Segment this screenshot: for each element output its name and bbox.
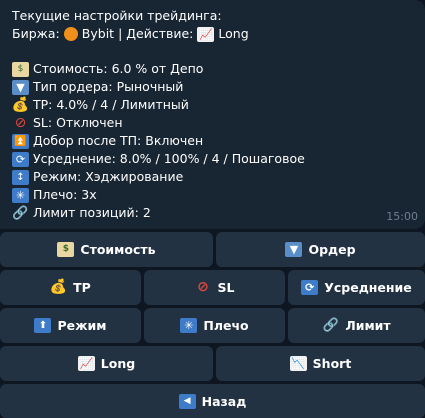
averaging-button-label: Усреднение xyxy=(324,280,412,295)
setting-text: Плечо: 3x xyxy=(33,187,97,202)
setting-line-averaging: ⟳ Усреднение: 8.0% / 100% / 4 / Пошагово… xyxy=(12,150,415,168)
back-arrow-icon: ◀ xyxy=(178,393,196,409)
up-arrow-icon: ⏫ xyxy=(12,133,29,149)
mode-button[interactable]: ⬆ Режим xyxy=(0,308,141,343)
inbox-tray-icon: ▼ xyxy=(285,242,303,257)
setting-text: TP: 4.0% / 4 / Лимитный xyxy=(33,97,189,112)
tp-button[interactable]: 💰 TP xyxy=(0,270,141,305)
chart-decreasing-icon: 📉 xyxy=(289,356,307,371)
repeat-icon: ⟳ xyxy=(12,151,29,167)
setting-text: SL: Отключен xyxy=(33,115,123,130)
setting-line-order-type: ▼ Тип ордера: Рыночный xyxy=(12,78,415,96)
up-arrow-icon: ⬆ xyxy=(34,318,52,333)
exchange-label: Биржа: xyxy=(12,26,60,41)
setting-text: Тип ордера: Рыночный xyxy=(33,79,184,94)
limit-button[interactable]: 🔗 Лимит xyxy=(288,308,425,343)
short-button[interactable]: 📉 Short xyxy=(216,346,425,381)
message-text: Текущие настройки трейдинга: Биржа: Bybi… xyxy=(12,7,415,222)
link-icon: 🔗 xyxy=(322,318,339,333)
money-icon: $ xyxy=(12,61,29,77)
sl-button[interactable]: ⊘ SL xyxy=(144,270,285,305)
setting-text: Усреднение: 8.0% / 100% / 4 / Пошаговое xyxy=(33,151,305,166)
setting-line-limit: 🔗 Лимит позиций: 2 xyxy=(12,204,415,222)
setting-line-cost: $ Стоимость: 6.0 % от Депо xyxy=(12,60,415,78)
money-bag-icon: 💰 xyxy=(49,279,68,295)
inbox-tray-icon: ▼ xyxy=(12,79,29,95)
setting-line-leverage: ✳ Плечо: 3x xyxy=(12,186,415,204)
limit-button-label: Лимит xyxy=(345,318,391,333)
back-button[interactable]: ◀ Назад xyxy=(0,384,425,418)
repeat-icon: ⟳ xyxy=(301,280,319,295)
order-button[interactable]: ▼ Ордер xyxy=(216,232,425,267)
setting-line-mode: ↕ Режим: Хэджирование xyxy=(12,168,415,186)
long-button-label: Long xyxy=(100,356,136,371)
setting-text: Режим: Хэджирование xyxy=(33,169,184,184)
cost-button[interactable]: $ Стоимость xyxy=(0,232,213,267)
money-bag-icon: 💰 xyxy=(11,96,30,113)
long-button[interactable]: 📈 Long xyxy=(0,346,213,381)
order-button-label: Ордер xyxy=(308,242,356,257)
tp-button-label: TP xyxy=(73,280,91,295)
sl-button-label: SL xyxy=(217,280,235,295)
action-label: | Действие: xyxy=(118,26,194,41)
prohibited-icon: ⊘ xyxy=(197,279,209,295)
chart-increasing-icon: 📈 xyxy=(77,356,95,371)
setting-line-refill: ⏫ Добор после ТП: Включен xyxy=(12,132,415,150)
cost-button-label: Стоимость xyxy=(80,242,156,257)
empty-line xyxy=(12,43,415,60)
asterisk-icon: ✳ xyxy=(180,318,198,333)
leverage-button-label: Плечо xyxy=(203,318,249,333)
chart-increasing-icon: 📈 xyxy=(197,26,215,42)
averaging-button[interactable]: ⟳ Усреднение xyxy=(288,270,425,305)
link-icon: 🔗 xyxy=(12,205,29,221)
orange-circle-icon xyxy=(63,27,78,41)
setting-text: Лимит позиций: 2 xyxy=(33,205,151,220)
money-icon: $ xyxy=(57,242,75,257)
short-button-label: Short xyxy=(312,356,352,371)
back-button-label: Назад xyxy=(201,393,247,409)
setting-text: Стоимость: 6.0 % от Депо xyxy=(33,61,204,76)
setting-line-sl: ⊘ SL: Отключен xyxy=(12,114,415,132)
leverage-button[interactable]: ✳ Плечо xyxy=(144,308,285,343)
up-down-arrow-icon: ↕ xyxy=(12,169,29,185)
mode-button-label: Режим xyxy=(57,318,107,333)
message-time: 15:00 xyxy=(386,210,418,223)
action-value: Long xyxy=(218,26,249,41)
setting-text: Добор после ТП: Включен xyxy=(33,133,204,148)
message-header: Текущие настройки трейдинга: xyxy=(12,8,222,23)
message-bubble: Текущие настройки трейдинга: Биржа: Bybi… xyxy=(0,0,425,229)
exchange-name: Bybit xyxy=(81,26,115,41)
asterisk-icon: ✳ xyxy=(12,187,29,203)
exchange-line: Биржа: Bybit | Действие: 📈 Long xyxy=(12,25,415,43)
prohibited-icon: ⊘ xyxy=(14,114,27,131)
setting-line-tp: 💰 TP: 4.0% / 4 / Лимитный xyxy=(12,96,415,114)
